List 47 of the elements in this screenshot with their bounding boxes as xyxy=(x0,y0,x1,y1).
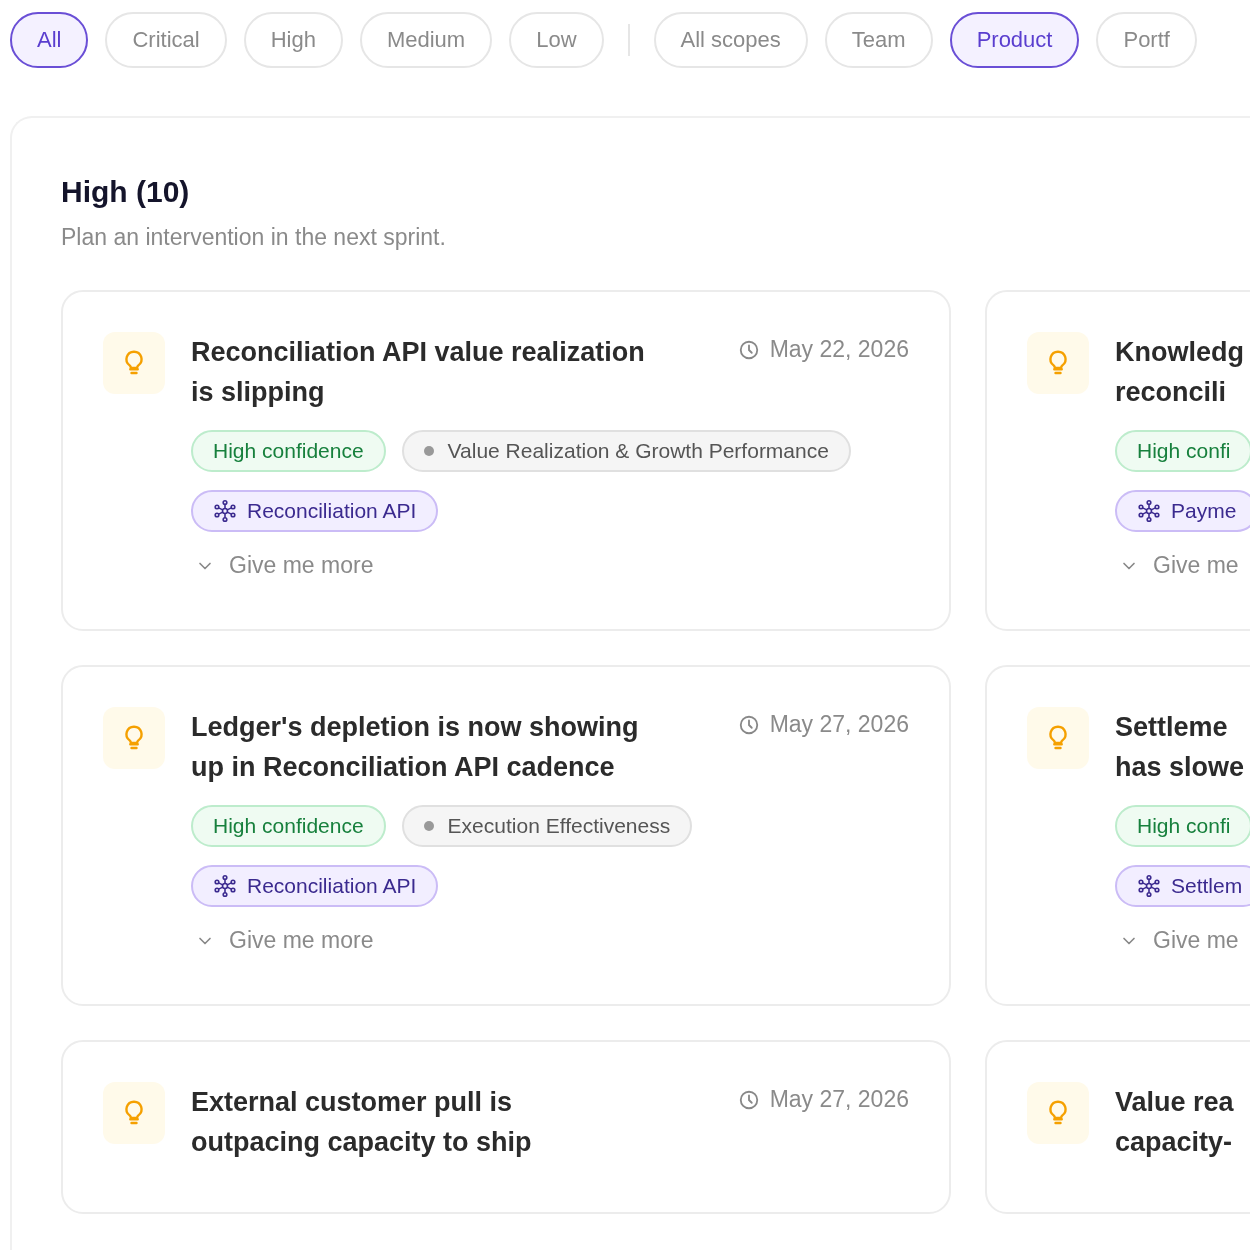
filter-chip[interactable]: Portf xyxy=(1096,12,1197,68)
give-more-button[interactable]: Give me more xyxy=(191,552,374,579)
category-tag: Execution Effectiveness xyxy=(401,805,693,847)
date-text: May 22, 2026 xyxy=(769,336,909,363)
filter-chip[interactable]: Team xyxy=(824,12,933,68)
lightbulb-icon xyxy=(103,707,165,769)
filter-chip[interactable]: All xyxy=(10,12,89,68)
insight-title: Reconciliation API value realization is slipping xyxy=(191,336,646,409)
confidence-badge: High confidence xyxy=(191,430,386,472)
insight-title: Value rea capacity- xyxy=(1115,1086,1235,1159)
filter-chip[interactable]: Critical xyxy=(105,12,227,68)
category-tag: Value Realization & Growth Performance xyxy=(401,430,851,472)
insight-title: External customer pull is outpacing capacity to ship xyxy=(191,1086,533,1159)
product-tag: Payme xyxy=(1115,490,1250,532)
lightbulb-icon xyxy=(1027,707,1089,769)
product-tag: Settlem xyxy=(1115,865,1250,907)
section-title: High (10) xyxy=(61,174,191,210)
insight-title: Settleme has slowe xyxy=(1115,711,1246,784)
lightbulb-icon xyxy=(1027,332,1089,394)
clock-icon xyxy=(737,1088,760,1111)
section-subtitle: Plan an intervention in the next sprint. xyxy=(61,223,447,252)
give-more-button[interactable]: Give me xyxy=(1115,927,1239,954)
network-icon xyxy=(1137,874,1161,898)
filter-chip[interactable]: All scopes xyxy=(653,12,808,68)
insight-title: Ledger's depletion is now showing up in Reconciliation API cadence xyxy=(191,711,640,784)
network-icon xyxy=(213,874,237,898)
give-more-button[interactable]: Give me more xyxy=(191,927,374,954)
network-icon xyxy=(213,499,237,523)
lightbulb-icon xyxy=(103,332,165,394)
filter-chip[interactable]: Medium xyxy=(359,12,493,68)
give-more-button[interactable]: Give me xyxy=(1115,552,1239,579)
confidence-badge: High confi xyxy=(1115,805,1250,847)
network-icon xyxy=(1137,499,1161,523)
filter-chip[interactable]: Product xyxy=(949,12,1080,68)
lightbulb-icon xyxy=(1027,1082,1089,1144)
date-text: May 27, 2026 xyxy=(769,711,909,738)
insight-title: Knowledg reconcili xyxy=(1115,336,1245,409)
filter-chip[interactable]: High xyxy=(243,12,343,68)
product-tag: Reconciliation API xyxy=(191,490,439,532)
date-text: May 27, 2026 xyxy=(769,1086,909,1113)
filter-chip[interactable]: Low xyxy=(509,12,604,68)
clock-icon xyxy=(737,338,760,361)
confidence-badge: High confidence xyxy=(191,805,386,847)
product-tag: Reconciliation API xyxy=(191,865,439,907)
confidence-badge: High confi xyxy=(1115,430,1250,472)
clock-icon xyxy=(737,713,760,736)
lightbulb-icon xyxy=(103,1082,165,1144)
